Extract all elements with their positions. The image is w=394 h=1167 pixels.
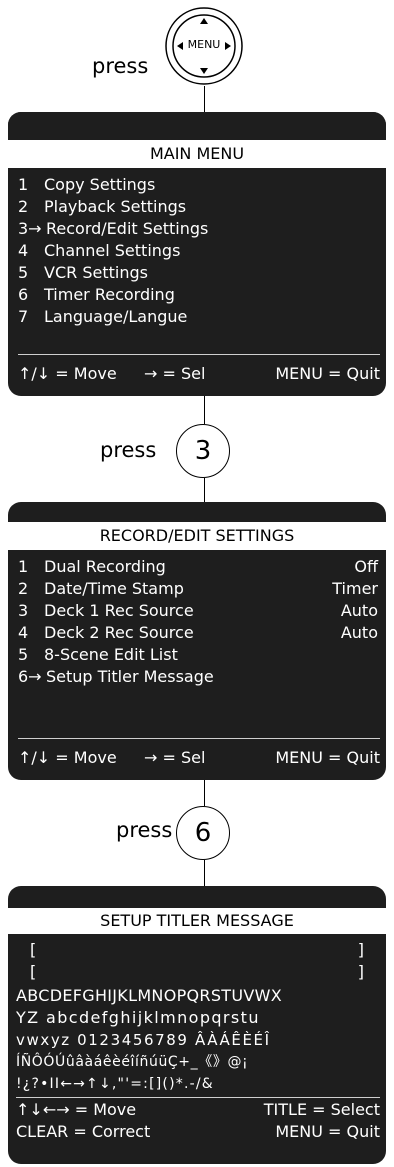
menu-key-label: MENU [187, 38, 221, 51]
main-menu-item-7[interactable]: 7 Language/Langue [18, 306, 378, 328]
char-row-2[interactable]: YZ abcdefghijklmnopqrstu [16, 1008, 380, 1028]
footer-move: ↑↓←→ = Move [16, 1100, 137, 1119]
footer-select: → = Sel [144, 364, 206, 383]
main-menu-item-6[interactable]: 6 Timer Recording [18, 284, 378, 306]
titler-line-2-close: ] [357, 962, 364, 981]
menu-dpad-button[interactable]: MENU [164, 6, 244, 86]
main-menu-panel-body: MAIN MENU 1 Copy Settings 2 Playback Setti… [8, 112, 386, 396]
main-menu-item-1[interactable]: 1Copy Settings [18, 174, 378, 196]
char-row-3[interactable]: vwxyz 0123456789 ÂÀÁÊÈÉÎ [16, 1030, 380, 1050]
record-edit-panel: RECORD/EDIT SETTINGS 1 Dual Recording Off … [8, 502, 386, 780]
titler-line-2-open: [ [30, 962, 37, 981]
press-label-2: press [100, 438, 157, 462]
footer-select: TITLE = Select [263, 1100, 380, 1119]
footer-select: → = Sel [144, 748, 206, 767]
footer-quit: MENU = Quit [275, 364, 380, 383]
titler-line-1-close: ] [357, 940, 364, 959]
key-6-button[interactable]: 6 [176, 806, 230, 860]
connector-line [204, 86, 205, 112]
connector-line [204, 478, 205, 502]
char-row-4[interactable]: ÍÑÔÓÚûâàáêèéîíñúüÇ+_《》@¡ [16, 1052, 380, 1072]
char-row-1[interactable]: ABCDEFGHIJKLMNOPQRSTUVWX [16, 986, 380, 1006]
main-menu-item-5[interactable]: 5 VCR Settings [18, 262, 378, 284]
main-menu-item-4[interactable]: 4Channel Settings [18, 240, 378, 262]
record-edit-item-5[interactable]: 5 8-Scene Edit List [18, 644, 378, 666]
record-edit-title: RECORD/EDIT SETTINGS [8, 522, 386, 550]
main-menu-divider [18, 354, 380, 355]
footer-move: ↑/↓ = Move [18, 364, 117, 383]
char-row-5[interactable]: !¿?•ΙΙ←→↑↓,"'=:[]()*.-/& [16, 1074, 380, 1094]
titler-title: SETUP TITLER MESSAGE [8, 908, 386, 934]
record-edit-item-1[interactable]: 1 Dual Recording Off [18, 556, 378, 578]
record-edit-item-4[interactable]: 4 Deck 2 Rec Source Auto [18, 622, 378, 644]
titler-divider [16, 1097, 380, 1098]
main-menu-title: MAIN MENU [8, 140, 386, 168]
record-edit-item-2[interactable]: 2 Date/Time Stamp Timer [18, 578, 378, 600]
footer-quit: MENU = Quit [275, 1122, 380, 1141]
press-label-3: press [116, 818, 173, 842]
connector-line [204, 396, 205, 424]
main-menu-item-2[interactable]: 2Playback Settings [18, 196, 378, 218]
footer-correct: CLEAR = Correct [16, 1122, 151, 1141]
press-label-1: press [92, 54, 149, 78]
record-edit-item-6[interactable]: 6→ Setup Titler Message [18, 666, 378, 688]
footer-move: ↑/↓ = Move [18, 748, 117, 767]
record-edit-divider [18, 738, 380, 739]
main-menu-item-3[interactable]: 3→Record/Edit Settings [18, 218, 378, 240]
titler-panel: SETUP TITLER MESSAGE [ ] [ ] ABCDEFGHIJK… [8, 886, 386, 1164]
footer-quit: MENU = Quit [275, 748, 380, 767]
key-3-button[interactable]: 3 [176, 424, 230, 478]
titler-line-1-open: [ [30, 940, 37, 959]
record-edit-item-3[interactable]: 3 Deck 1 Rec Source Auto [18, 600, 378, 622]
connector-line [204, 860, 205, 886]
connector-line [204, 780, 205, 806]
